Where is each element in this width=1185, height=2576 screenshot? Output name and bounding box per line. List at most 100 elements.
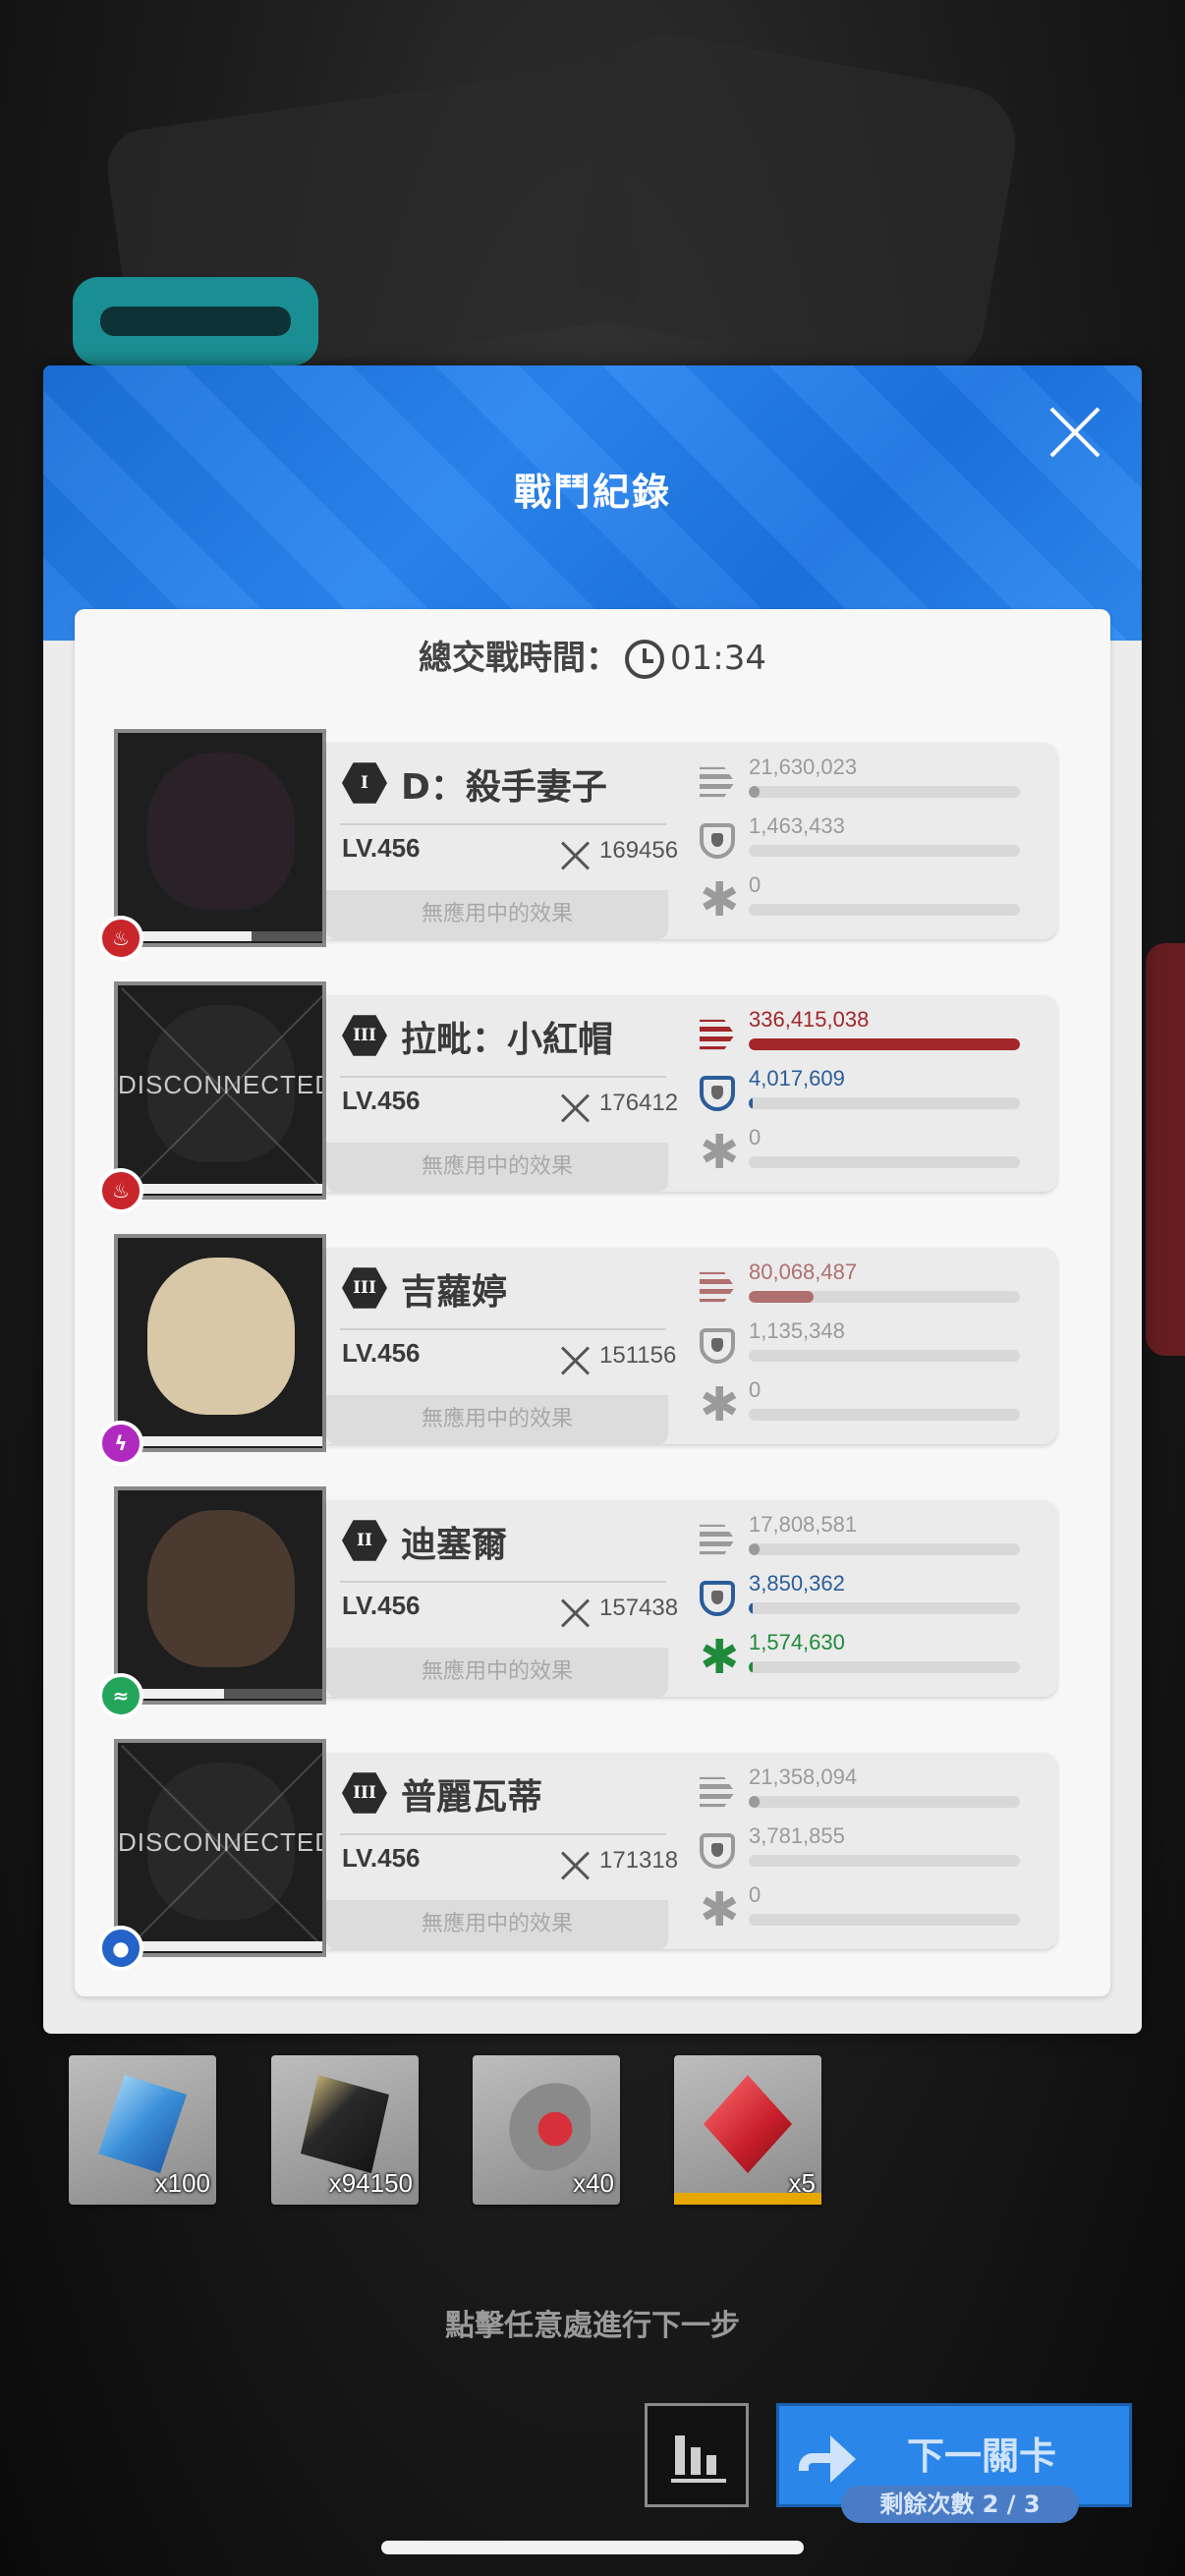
statistics-button[interactable] <box>645 2403 749 2507</box>
reward-item[interactable]: x40 <box>473 2055 620 2205</box>
damage-value: 17,808,581 <box>749 1512 858 1537</box>
character-card: I D：殺手妻子 LV.456 169456 無應用中的效果 21,630,02… <box>326 743 1057 939</box>
character-name: 拉毗：小紅帽 <box>401 1020 614 1060</box>
total-battle-time: 總交戰時間： 01:34 <box>75 631 1110 679</box>
reward-item[interactable]: x100 <box>69 2055 216 2205</box>
hp-bar <box>140 931 322 941</box>
divider <box>340 1833 666 1835</box>
hp-bar <box>140 1436 322 1446</box>
character-portrait[interactable] <box>114 1234 326 1452</box>
hp-bar <box>140 1941 322 1951</box>
damage-stat: 80,068,487 <box>700 1260 1034 1316</box>
active-effects: 無應用中的效果 <box>326 1648 668 1697</box>
shield-bar <box>749 1350 1020 1362</box>
shield-bar <box>749 1097 1020 1109</box>
damage-bar <box>749 1291 1020 1303</box>
character-portrait[interactable]: DISCONNECTED <box>114 1739 326 1957</box>
heal-value: 0 <box>749 872 762 897</box>
damage-value: 21,630,023 <box>749 755 858 779</box>
damage-bar <box>749 786 1020 798</box>
electric-element-icon: ϟ <box>98 1421 143 1466</box>
hp-bar-fill <box>140 1689 224 1699</box>
character-level: LV.456 <box>342 1843 421 1873</box>
character-row: DISCONNECTED ♨ III 拉毗：小紅帽 LV.456 176412 … <box>98 981 1061 1213</box>
hp-bar <box>140 1184 322 1194</box>
clock-icon <box>625 640 664 679</box>
burst-badge: I <box>342 762 387 804</box>
shield-value: 3,781,855 <box>749 1823 845 1848</box>
close-icon[interactable] <box>1045 403 1104 462</box>
character-card: II 迪塞爾 LV.456 157438 無應用中的效果 17,808,581 … <box>326 1500 1057 1697</box>
character-level: LV.456 <box>342 1338 421 1368</box>
heal-value: 1,574,630 <box>749 1630 845 1654</box>
heal-bar <box>749 1156 1020 1168</box>
shield-bar-fill <box>749 1602 753 1614</box>
damage-value: 336,415,038 <box>749 1007 870 1032</box>
crossed-swords-icon <box>558 1849 592 1882</box>
background-figure <box>567 25 1025 388</box>
shield-icon <box>700 1076 735 1111</box>
heal-icon: ✱ <box>700 1882 740 1937</box>
damage-bar-fill <box>749 786 761 798</box>
hp-bar-fill <box>140 1436 322 1446</box>
modal-title: 戰鬥紀錄 <box>513 471 671 514</box>
burst-badge: III <box>342 1015 387 1056</box>
character-art <box>147 753 295 910</box>
shield-icon <box>700 823 735 859</box>
heal-bar <box>749 1409 1020 1421</box>
heal-value: 0 <box>749 1377 762 1402</box>
tap-anywhere-hint[interactable]: 點擊任意處進行下一步 <box>0 2301 1185 2344</box>
character-portrait[interactable] <box>114 1486 326 1705</box>
damage-icon <box>700 1524 735 1555</box>
character-row: ♨ I D：殺手妻子 LV.456 169456 無應用中的效果 21,630,… <box>98 729 1061 961</box>
character-level: LV.456 <box>342 833 421 863</box>
total-time-value: 01:34 <box>670 639 766 678</box>
character-portrait[interactable]: DISCONNECTED <box>114 981 326 1200</box>
character-row: DISCONNECTED ● III 普麗瓦蒂 LV.456 171318 無應… <box>98 1739 1061 1971</box>
crossed-swords-icon <box>558 1596 592 1630</box>
reward-item[interactable]: x5 <box>674 2055 821 2205</box>
heal-value: 0 <box>749 1882 762 1907</box>
shield-value: 1,135,348 <box>749 1318 845 1343</box>
damage-bar <box>749 1543 1020 1555</box>
total-time-label: 總交戰時間： <box>419 639 619 678</box>
character-row: ≈ II 迪塞爾 LV.456 157438 無應用中的效果 17,808,58… <box>98 1486 1061 1718</box>
character-portrait[interactable] <box>114 729 326 947</box>
heal-stat: ✱ 0 <box>700 1125 1034 1182</box>
disconnected-label: DISCONNECTED <box>118 1827 326 1857</box>
divider <box>340 823 666 825</box>
disconnected-label: DISCONNECTED <box>118 1070 326 1099</box>
reward-quantity: x100 <box>154 2168 210 2198</box>
damage-bar-fill <box>749 1038 1020 1050</box>
battle-record-modal: 戰鬥紀錄 總交戰時間： 01:34 ♨ I D：殺手妻子 LV.456 16945… <box>43 365 1142 2034</box>
damage-icon <box>700 1019 735 1050</box>
damage-icon <box>700 1271 735 1303</box>
shield-value: 3,850,362 <box>749 1571 845 1596</box>
attack-power: 157438 <box>599 1595 679 1621</box>
character-card: III 普麗瓦蒂 LV.456 171318 無應用中的效果 21,358,09… <box>326 1753 1057 1949</box>
shield-bar <box>749 1602 1020 1614</box>
attack-power: 171318 <box>599 1847 679 1874</box>
damage-value: 80,068,487 <box>749 1260 858 1284</box>
attack-power: 169456 <box>599 837 679 864</box>
divider <box>340 1076 666 1078</box>
shield-icon <box>700 1328 735 1364</box>
reward-item[interactable]: x94150 <box>271 2055 419 2205</box>
hp-bar-fill <box>140 1941 322 1951</box>
active-effects: 無應用中的效果 <box>326 1395 668 1444</box>
heal-stat: ✱ 0 <box>700 872 1034 929</box>
damage-stat: 17,808,581 <box>700 1512 1034 1569</box>
shield-bar <box>749 1855 1020 1867</box>
shield-icon <box>700 1581 735 1616</box>
shield-bar <box>749 845 1020 857</box>
character-level: LV.456 <box>342 1086 421 1115</box>
burst-badge: III <box>342 1267 387 1309</box>
heal-icon: ✱ <box>700 1125 740 1180</box>
burst-badge: II <box>342 1520 387 1561</box>
heal-stat: ✱ 0 <box>700 1882 1034 1939</box>
hp-bar-fill <box>140 931 252 941</box>
character-name: 迪塞爾 <box>401 1525 508 1565</box>
home-indicator[interactable] <box>381 2541 804 2554</box>
damage-bar <box>749 1796 1020 1808</box>
bar-chart-icon <box>671 2432 726 2483</box>
